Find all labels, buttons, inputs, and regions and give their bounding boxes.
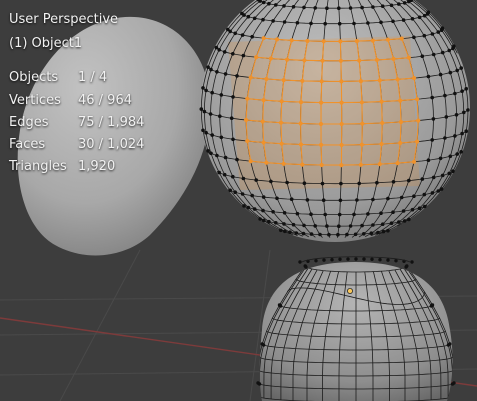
3d-viewport[interactable]: User Perspective (1) Object1 Objects 1 /…	[0, 0, 477, 401]
active-vertex[interactable]	[346, 287, 353, 294]
viewport-scene[interactable]	[0, 0, 477, 401]
